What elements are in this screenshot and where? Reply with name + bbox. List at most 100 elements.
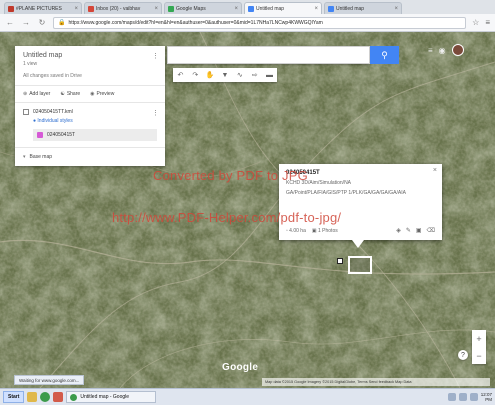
media-icon[interactable] [53,392,64,402]
photo-count: ▣ 1 Photos [311,227,338,234]
browser-menu-icon[interactable]: ≡ [485,18,490,27]
camera-icon[interactable]: ▣ [416,227,422,234]
help-icon[interactable]: ? [458,350,468,360]
vertex-marker[interactable] [337,258,343,264]
preview-icon: ◉ [90,91,95,97]
info-line-2: GA/Point/PLA/FIA/GIS/PTP 1/PLK/GA/GA/GA/… [286,190,406,196]
map-views: 1 view [23,61,38,67]
info-card-pointer [352,240,364,248]
tab-favicon-icon [328,5,334,12]
battery-icon[interactable] [469,393,478,401]
notifications-icon[interactable]: ◉ [439,46,446,55]
feature-item[interactable]: 024050415T [33,129,157,141]
map-attribution[interactable]: Map data ©2015 Google Imagery ©2015 Digi… [262,378,490,386]
tab-close-icon[interactable]: × [74,6,78,12]
hand-icon[interactable]: ✋ [204,71,216,79]
system-tray: 12:07 PM [447,392,492,402]
preview-button[interactable]: ◉ Preview [90,91,114,97]
preview-label: Preview [96,91,115,97]
tab-close-icon[interactable]: × [234,6,238,12]
area-value: 4.00 ha [289,227,306,234]
share-icon: ☯ [60,91,65,97]
taskbar-window-label: Untitled map - Google [80,394,130,400]
back-icon[interactable]: ← [5,18,15,27]
tab-favicon-icon [8,5,14,12]
start-button[interactable]: Start [3,391,25,403]
forward-icon[interactable]: → [21,18,31,27]
chevron-down-icon: ▾ [23,154,26,160]
reload-icon[interactable]: ↻ [37,18,47,27]
search-icon: ⚲ [381,49,388,60]
individual-styles-link[interactable]: ● Individual styles [33,118,157,124]
tab-label: Google Maps [176,5,206,12]
tab-favicon-icon [168,5,174,12]
browser-tab[interactable]: Inbox (20) - vaibhav × [84,2,162,14]
tab-close-icon[interactable]: × [314,6,318,12]
clock[interactable]: 12:07 PM [481,392,492,402]
add-layer-label: Add layer [29,91,51,97]
map-title[interactable]: Untitled map [23,52,157,59]
tab-favicon-icon [88,5,94,12]
browser-nav-bar: ← → ↻ 🔒 https://www.google.com/maps/d/ed… [0,14,495,32]
share-button[interactable]: ☯ Share [60,91,80,97]
explorer-icon[interactable] [27,392,38,402]
volume-icon[interactable] [458,393,467,401]
star-icon[interactable]: ☆ [472,18,479,27]
tab-close-icon[interactable]: × [154,6,158,12]
browser-tab[interactable]: Google Maps × [164,2,242,14]
more-options-icon[interactable]: ⋮ [152,52,159,60]
info-title: 024050415T [286,170,320,176]
chrome-icon[interactable] [40,392,51,402]
panel-actions: ⊕ Add layer ☯ Share ◉ Preview [15,86,165,103]
network-icon[interactable] [447,393,456,401]
polygon-feature[interactable] [348,256,372,274]
tab-label: #PLANE PICTURES [16,5,62,12]
taskbar-window-item[interactable]: Untitled map - Google [66,391,157,403]
os-taskbar: Start Untitled map - Google 12:07 PM [0,388,495,405]
draw-line-icon[interactable]: ∿ [234,71,246,79]
edit-pencil-icon[interactable]: ✎ [406,227,411,234]
address-bar[interactable]: 🔒 https://www.google.com/maps/d/edit?hl=… [53,16,467,29]
browser-tab[interactable]: Untitled map × [244,2,322,14]
browser-tab[interactable]: Untitled map × [324,2,402,14]
watermark-line-2: http://www.PDF-Helper.com/pdf-to-jpg/ [112,210,342,225]
layer-options-icon[interactable]: ⋮ [152,109,159,117]
layer-name[interactable]: 024050415TT.kml [33,109,73,115]
satellite-map[interactable]: Untitled map 1 view All changes saved in… [0,32,495,388]
base-map-label: Base map [29,154,53,160]
layer-visibility-checkbox[interactable] [23,109,29,115]
feature-pin-icon [37,132,43,138]
tab-close-icon[interactable]: × [394,6,398,12]
zoom-in-button[interactable]: + [476,334,481,344]
share-label: Share [66,91,81,97]
zoom-control: + − [472,330,486,364]
add-layer-button[interactable]: ⊕ Add layer [23,91,50,97]
tab-label: Untitled map [256,5,285,12]
avatar[interactable] [451,44,464,56]
redo-icon[interactable]: ↷ [189,71,201,79]
save-status: All changes saved in Drive [23,73,82,79]
delete-trash-icon[interactable]: ⌫ [427,227,435,234]
feature-name: 024050415T [47,132,76,138]
lock-icon: 🔒 [58,20,66,26]
info-line-1: KCHD 3D/Aim/Simulation/NA [286,180,352,186]
style-paint-icon[interactable]: ◈ [396,227,401,234]
zoom-out-button[interactable]: − [476,351,481,361]
measure-icon[interactable]: ▬ [263,72,275,79]
individual-styles-label: Individual styles [37,118,73,124]
info-footer: ▫ 4.00 ha ▣ 1 Photos ◈ ✎ ▣ ⌫ [286,227,435,235]
account-area: ≡ ◉ [428,44,464,56]
search-button[interactable]: ⚲ [370,46,399,64]
add-marker-icon[interactable]: ▼ [219,72,231,79]
layer-item: 024050415TT.kml ● Individual styles 0240… [15,103,165,148]
undo-icon[interactable]: ↶ [174,71,186,79]
tab-label: Inbox (20) - vaibhav [96,5,141,12]
apps-grid-icon[interactable]: ≡ [428,46,433,55]
directions-icon[interactable]: ⇨ [249,71,261,79]
close-icon[interactable]: × [433,167,437,174]
base-map-toggle[interactable]: ▾ Base map [15,148,165,166]
search-input[interactable] [167,46,370,64]
map-title-section: Untitled map 1 view All changes saved in… [15,46,165,86]
browser-tab[interactable]: #PLANE PICTURES × [4,2,82,14]
add-layer-icon: ⊕ [23,91,28,97]
